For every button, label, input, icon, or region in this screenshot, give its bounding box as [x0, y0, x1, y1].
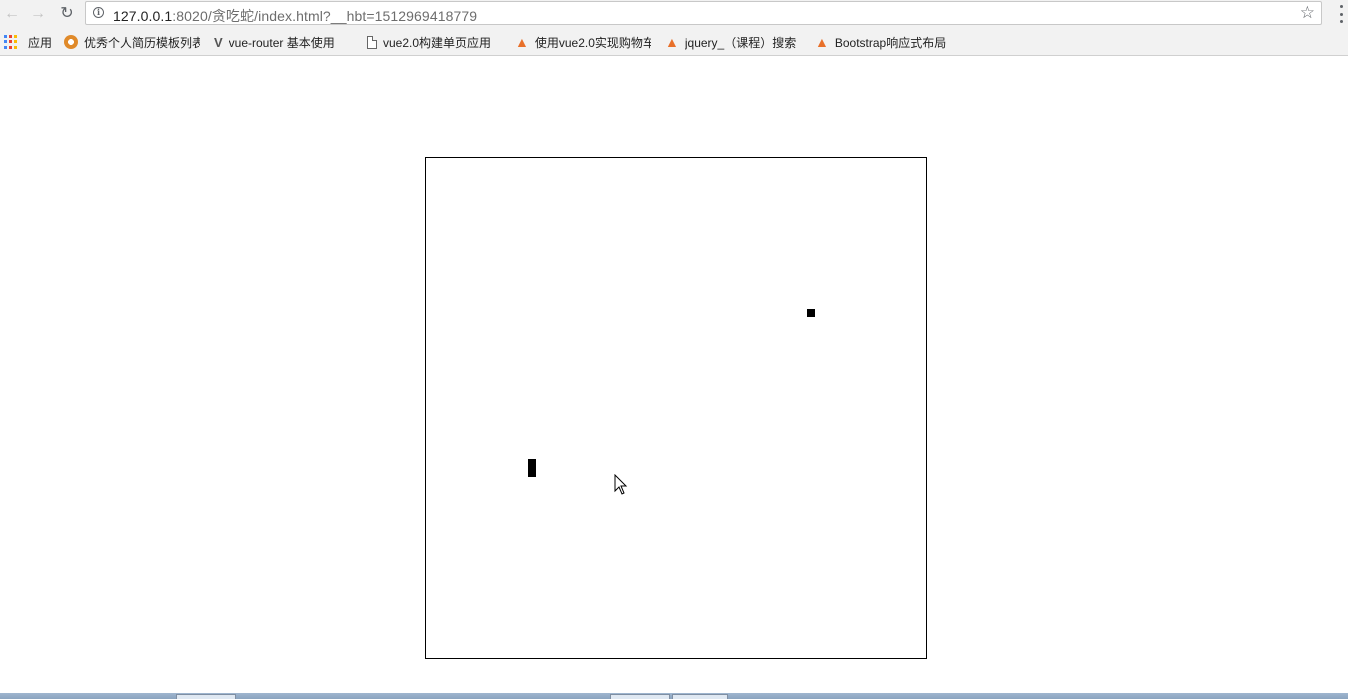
- forward-arrow-icon[interactable]: →: [27, 3, 49, 25]
- flame-icon: ▲: [815, 34, 829, 50]
- mouse-cursor-icon: [614, 474, 628, 495]
- bookmark-item-resume-templates[interactable]: 优秀个人简历模板列表: [64, 28, 202, 56]
- url-host: 127.0.0.1: [113, 8, 173, 24]
- taskbar-item[interactable]: [176, 694, 236, 699]
- menu-kebab-icon[interactable]: [1334, 5, 1348, 23]
- reload-icon[interactable]: ↻: [56, 3, 78, 25]
- snake-body: [528, 459, 536, 477]
- star-icon[interactable]: ☆: [1300, 3, 1315, 23]
- bookmark-label: 应用: [28, 35, 53, 50]
- bookmark-label: 使用vue2.0实现购物车: [534, 35, 651, 50]
- bookmark-label: Bootstrap响应式布局: [834, 35, 947, 50]
- taskbar-item[interactable]: [610, 694, 670, 699]
- address-bar[interactable]: i 127.0.0.1:8020/贪吃蛇/index.html?__hbt=15…: [85, 1, 1322, 25]
- document-icon: [367, 35, 377, 49]
- bookmark-label: 优秀个人简历模板列表: [84, 35, 200, 50]
- bookmark-item-vue-cart[interactable]: ▲ 使用vue2.0实现购物车: [515, 28, 653, 56]
- flame-icon: ▲: [665, 34, 679, 50]
- back-arrow-icon[interactable]: ←: [1, 3, 23, 25]
- url-path: :8020/贪吃蛇/index.html?__hbt=1512969418779: [172, 8, 478, 24]
- bookmark-label: jquery_（课程）搜索: [684, 35, 797, 50]
- bookmark-apps[interactable]: 应用: [4, 28, 52, 56]
- url-text[interactable]: 127.0.0.1:8020/贪吃蛇/index.html?__hbt=1512…: [113, 6, 477, 26]
- apps-grid-icon: [4, 35, 18, 49]
- bookmark-item-vue-spa[interactable]: vue2.0构建单页应用: [367, 28, 501, 56]
- info-icon[interactable]: i: [93, 7, 104, 18]
- taskbar-item[interactable]: [672, 694, 728, 699]
- bookmark-item-bootstrap[interactable]: ▲ Bootstrap响应式布局: [815, 28, 953, 56]
- browser-toolbar: ← → ↻ i 127.0.0.1:8020/贪吃蛇/index.html?__…: [0, 0, 1348, 28]
- bookmark-item-jquery[interactable]: ▲ jquery_（课程）搜索: [665, 28, 803, 56]
- snake-food: [807, 309, 815, 317]
- bookmarks-bar: 应用 优秀个人简历模板列表 V vue-router 基本使用 vue2.0构建…: [0, 28, 1348, 56]
- flame-icon: ▲: [515, 34, 529, 50]
- bookmark-item-vue-router[interactable]: V vue-router 基本使用: [214, 28, 352, 56]
- orange-gear-icon: [64, 35, 78, 49]
- bookmark-label: vue-router 基本使用: [228, 35, 335, 50]
- os-taskbar: [0, 693, 1348, 699]
- vue-icon: V: [214, 34, 223, 50]
- bookmark-label: vue2.0构建单页应用: [383, 35, 492, 50]
- snake-game-board[interactable]: [425, 157, 927, 659]
